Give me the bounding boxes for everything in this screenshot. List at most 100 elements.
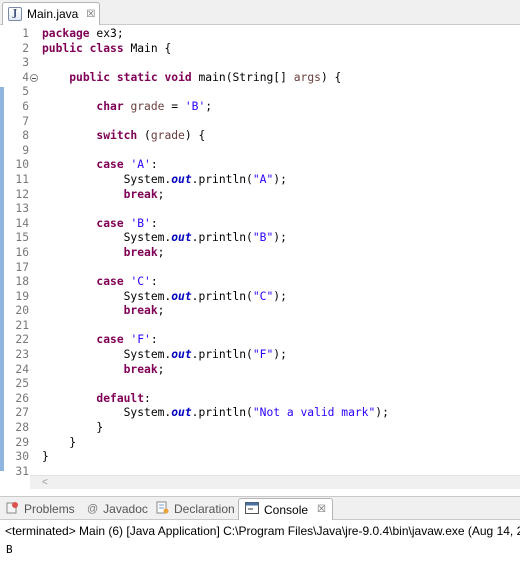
code-line[interactable]: 19 System.out.println("C"); (0, 290, 520, 305)
code-line[interactable]: 28 } (0, 421, 520, 436)
line-number: 18 (15, 275, 29, 289)
code-token: out (171, 406, 192, 420)
code-line[interactable]: 9 (0, 144, 520, 159)
code-line[interactable]: 23 System.out.println("F"); (0, 348, 520, 363)
code-token: System. (42, 172, 172, 186)
code-token: ); (273, 231, 287, 245)
code-token: main(String[] (191, 70, 294, 84)
line-number: 29 (15, 435, 29, 449)
code-line[interactable]: 5 (0, 85, 520, 100)
code-token: "Not a valid mark" (252, 406, 376, 420)
code-line[interactable]: 10 case 'A': (0, 158, 520, 173)
tab-console-label: Console (264, 502, 309, 517)
code-editor[interactable]: 1 package ex3; 2 public class Main {3 4 publ… (0, 25, 520, 475)
code-token: void (164, 70, 192, 84)
code-token: Main { (123, 41, 172, 55)
code-token: ); (273, 348, 287, 362)
console-view[interactable]: <terminated> Main (6) [Java Application]… (0, 520, 520, 568)
code-text: break; (42, 304, 165, 319)
code-token: public (69, 70, 111, 84)
line-number: 30 (15, 450, 29, 464)
code-token: case (96, 333, 124, 347)
tab-declaration[interactable]: Declaration (156, 498, 235, 520)
code-token: ; (205, 99, 213, 113)
code-line[interactable]: 20 break; (0, 304, 520, 319)
code-token: = (164, 99, 185, 113)
code-token: .println( (191, 406, 253, 420)
code-token: public (42, 41, 83, 55)
code-token: out (171, 289, 192, 303)
line-number: 2 (22, 41, 29, 55)
code-line[interactable]: 27 System.out.println("Not a valid mark"… (0, 406, 520, 421)
close-icon[interactable]: ☒ (317, 504, 326, 515)
code-text: System.out.println("Not a valid mark"); (42, 406, 389, 421)
horizontal-scrollbar[interactable]: < (30, 475, 520, 489)
code-line[interactable]: 26 default: (0, 392, 520, 407)
code-token: 'F' (130, 333, 151, 347)
code-line[interactable]: 7 (0, 115, 520, 130)
code-line[interactable]: 11 System.out.println("A"); (0, 173, 520, 188)
code-token: : (150, 216, 158, 230)
code-line[interactable]: 8 switch (grade) { (0, 129, 520, 144)
code-line[interactable]: 21 (0, 319, 520, 334)
code-token: ( (137, 129, 151, 143)
scroll-left-icon[interactable]: < (42, 477, 48, 488)
code-text: break; (42, 187, 165, 203)
close-icon[interactable]: ☒ (86, 9, 95, 20)
code-text: case 'A': (42, 158, 158, 173)
tab-console[interactable]: Console ☒ (238, 498, 333, 520)
code-text: break; (42, 246, 165, 261)
code-line[interactable]: 16 break; (0, 246, 520, 261)
code-token: : (150, 333, 158, 347)
code-text: public class Main { (42, 42, 171, 57)
code-token: : (144, 391, 151, 405)
code-token: System. (42, 231, 172, 245)
code-line[interactable]: 24 break; (0, 363, 520, 378)
code-token: out (171, 172, 192, 186)
code-token: char (96, 99, 124, 113)
problems-icon (6, 501, 19, 517)
code-line[interactable]: 4 public static void main(String[] args)… (0, 71, 520, 86)
code-line[interactable]: 31 (0, 465, 520, 475)
java-file-icon: J (8, 7, 22, 21)
code-line[interactable]: 2 public class Main { (0, 42, 520, 57)
console-status: <terminated> Main (6) [Java Application]… (5, 524, 520, 538)
code-line[interactable]: 25 (0, 377, 520, 392)
editor-tab-label: Main.java (27, 7, 79, 21)
code-line[interactable]: 30} (0, 450, 520, 465)
code-token: static (116, 70, 158, 84)
code-line[interactable]: 14 case 'B': (0, 217, 520, 232)
code-token: .println( (191, 231, 253, 245)
code-token: : (150, 158, 158, 172)
code-lines: 1 package ex3; 2 public class Main {3 4 publ… (0, 27, 520, 475)
code-token: "C" (252, 289, 274, 303)
code-line[interactable]: 12 break; (0, 188, 520, 203)
tab-problems[interactable]: Problems (6, 498, 75, 520)
code-line[interactable]: 22 case 'F': (0, 333, 520, 348)
code-token: package (42, 27, 90, 40)
code-text: } (42, 436, 76, 451)
fold-toggle-icon[interactable] (30, 73, 38, 82)
code-line[interactable]: 3 (0, 56, 520, 71)
line-number: 21 (15, 318, 29, 332)
code-token: System. (42, 406, 172, 420)
code-token: grade (130, 99, 165, 113)
code-token: break (123, 187, 158, 201)
code-text: } (42, 421, 103, 436)
editor-tab-main-java[interactable]: J Main.java ☒ (2, 2, 100, 25)
code-line[interactable]: 1 package ex3; (0, 27, 520, 42)
code-line[interactable]: 6 char grade = 'B'; (0, 100, 520, 115)
line-number: 16 (15, 245, 29, 259)
code-token: } (42, 421, 104, 435)
code-line[interactable]: 15 System.out.println("B"); (0, 231, 520, 246)
code-line[interactable]: 13 (0, 202, 520, 217)
code-line[interactable]: 18 case 'C': (0, 275, 520, 290)
code-line[interactable]: 29 } (0, 436, 520, 451)
code-line[interactable]: 17 (0, 261, 520, 276)
tab-javadoc[interactable]: @ Javadoc (87, 498, 148, 520)
code-token: ); (273, 289, 287, 303)
at-icon: @ (87, 503, 99, 515)
